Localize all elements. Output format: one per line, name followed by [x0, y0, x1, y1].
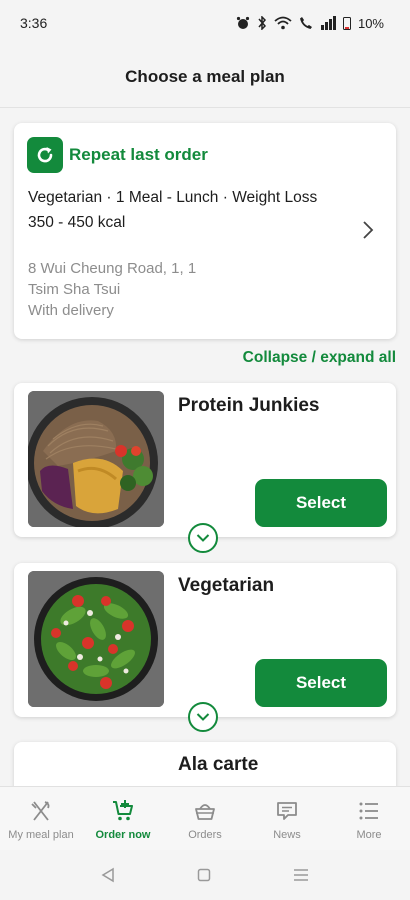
address-line-1: 8 Wui Cheung Road, 1, 1 — [28, 260, 197, 277]
repeat-order-address: 8 Wui Cheung Road, 1, 1 Tsim Sha Tsui Wi… — [28, 258, 196, 321]
plan-image-salad-bowl — [28, 571, 164, 707]
list-icon — [359, 802, 378, 820]
repeat-order-title: Repeat last order — [69, 145, 208, 164]
status-icons: 10% — [236, 16, 384, 31]
plan-name: Ala carte — [178, 754, 259, 775]
status-time: 3:36 — [20, 15, 48, 31]
nav-orders[interactable]: Orders — [164, 787, 246, 850]
plan-name: Protein Junkies — [178, 395, 320, 416]
nav-label: More — [356, 829, 382, 841]
chevron-down-icon — [196, 713, 210, 721]
plan-name: Vegetarian — [178, 575, 275, 596]
system-navigation-bar — [0, 850, 410, 900]
expand-button[interactable] — [188, 702, 218, 732]
nav-my-meal-plan[interactable]: My meal plan — [0, 787, 82, 850]
plan-card-protein-junkies[interactable]: Protein Junkies Select — [14, 383, 396, 537]
plan-card-vegetarian[interactable]: Vegetarian Select — [14, 563, 396, 717]
nav-label: Order now — [95, 829, 151, 841]
plan-image-protein-bowl — [28, 391, 164, 527]
repeat-order-header: Repeat last order — [27, 137, 208, 173]
nav-label: News — [273, 829, 301, 841]
collapse-expand-all-link[interactable]: Collapse / expand all — [243, 349, 396, 367]
repeat-icon — [27, 137, 63, 173]
battery-icon — [342, 17, 351, 30]
chevron-right-icon — [363, 221, 374, 239]
alarm-icon — [236, 16, 250, 29]
repeat-order-card[interactable]: Repeat last order Vegetarian · 1 Meal - … — [14, 123, 396, 339]
chat-icon — [277, 802, 297, 820]
nav-label: Orders — [188, 829, 222, 841]
nav-order-now[interactable]: Order now — [82, 787, 164, 850]
basket-icon — [195, 804, 215, 820]
cart-add-icon — [113, 800, 133, 821]
page-header: Choose a meal plan — [0, 46, 410, 108]
signal-icon — [320, 16, 336, 30]
cutlery-icon — [31, 801, 50, 821]
select-button[interactable]: Select — [255, 659, 387, 707]
home-icon[interactable] — [197, 868, 211, 882]
select-button[interactable]: Select — [255, 479, 387, 527]
nav-news[interactable]: News — [246, 787, 328, 850]
recents-icon[interactable] — [293, 868, 309, 882]
expand-button[interactable] — [188, 523, 218, 553]
bluetooth-icon — [258, 16, 266, 30]
battery-level: 10% — [357, 15, 384, 31]
bottom-navigation: My meal plan Order now Orders News More — [0, 786, 410, 850]
chevron-down-icon — [196, 534, 210, 542]
back-icon[interactable] — [101, 867, 115, 883]
nav-more[interactable]: More — [328, 787, 410, 850]
status-bar: 3:36 10% — [0, 0, 410, 46]
delivery-method: With delivery — [28, 302, 114, 319]
repeat-order-description: Vegetarian · 1 Meal - Lunch · Weight Los… — [28, 189, 318, 231]
nav-label: My meal plan — [8, 829, 74, 841]
call-icon — [299, 17, 312, 29]
page-title: Choose a meal plan — [125, 66, 285, 86]
wifi-icon — [274, 16, 292, 30]
address-line-2: Tsim Sha Tsui — [28, 281, 121, 298]
